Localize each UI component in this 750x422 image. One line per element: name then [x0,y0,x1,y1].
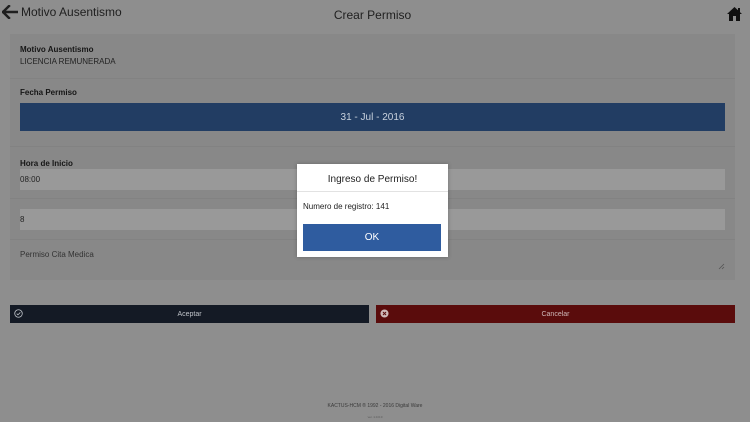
divider [10,146,735,147]
dialog-title: Ingreso de Permiso! [327,174,418,185]
confirmation-dialog: Ingreso de Permiso! Numero de registro: … [297,164,448,257]
cancel-button[interactable]: Cancelar [376,305,735,323]
dialog-message: Numero de registro: 141 [303,202,390,211]
home-icon[interactable] [726,6,743,22]
motivo-value: LICENCIA REMUNERADA [20,57,116,66]
ok-button[interactable]: OK [303,224,441,251]
page-title: Crear Permiso [333,8,412,22]
date-picker-button[interactable]: 31 - Jul - 2016 [20,103,725,131]
check-circle-icon [14,309,23,318]
footer-copyright: KACTUS-HCM ® 1992 - 2016 Digital Ware [327,403,423,409]
cancel-label: Cancelar [541,310,570,318]
divider [10,78,735,79]
accept-label: Aceptar [177,310,202,318]
accept-button[interactable]: Aceptar [10,305,369,323]
footer-version: ver. 1.0.0.0 [367,415,383,419]
motivo-label: Motivo Ausentismo [20,45,94,54]
fecha-label: Fecha Permiso [20,88,77,97]
hora-inicio-label: Hora de Inicio [20,159,73,168]
dialog-divider [297,191,448,192]
resize-grip-icon[interactable] [718,263,725,270]
close-circle-icon [380,309,389,318]
top-bar: Motivo Ausentismo Crear Permiso [0,0,750,32]
